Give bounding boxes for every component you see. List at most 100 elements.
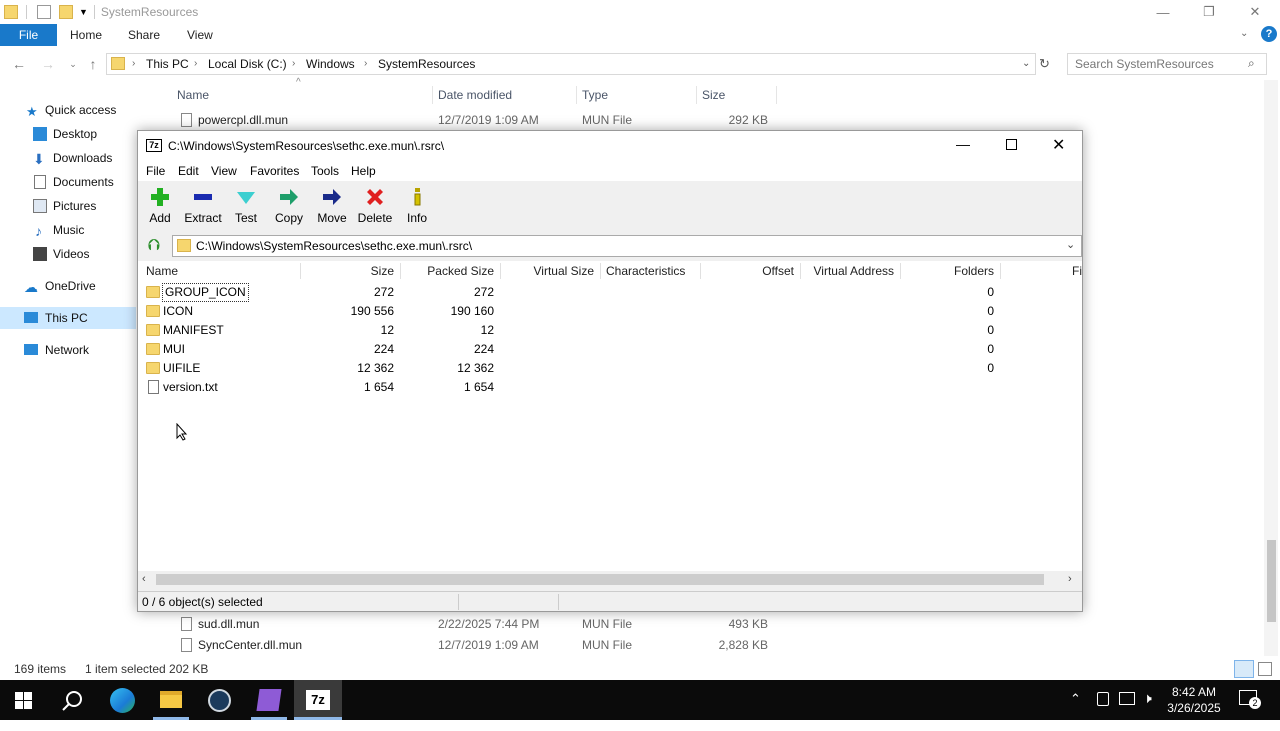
address-dropdown-icon[interactable]: ⌄ (1022, 54, 1030, 74)
qat-dropdown-icon[interactable]: ▼ (79, 7, 88, 17)
parent-folder-icon[interactable]: ⮉ (144, 236, 164, 256)
path-dropdown-icon[interactable]: ⌄ (1066, 238, 1075, 251)
item-size: 190 556 (350, 304, 394, 318)
minimize-icon[interactable]: — (1140, 0, 1186, 24)
col-name[interactable]: Name (146, 261, 178, 281)
col-virtual-address[interactable]: Virtual Address (804, 261, 895, 281)
volume-muted-icon[interactable]: 🕨 (1143, 690, 1152, 730)
forward-icon[interactable]: → (37, 54, 59, 74)
refresh-icon[interactable]: ↻ (1039, 56, 1050, 72)
file-row[interactable]: sud.dll.mun 2/22/2025 7:44 PM MUN File 4… (176, 614, 776, 634)
menu-tools[interactable]: Tools (311, 163, 339, 179)
close-icon[interactable]: ✕ (1052, 135, 1065, 155)
info-button[interactable]: Info (395, 185, 439, 229)
address-bar[interactable]: › This PC › Local Disk (C:) › Windows › … (106, 53, 1036, 75)
7zip-titlebar: 7z C:\Windows\SystemResources\sethc.exe.… (138, 131, 1082, 161)
nav-network[interactable]: Network (0, 339, 136, 361)
menu-file[interactable]: File (146, 163, 165, 179)
list-item[interactable]: MUI 224 224 0 (138, 340, 1082, 359)
recent-locations-icon[interactable]: ⌄ (62, 54, 84, 74)
col-files[interactable]: Fi (1072, 261, 1082, 281)
add-button[interactable]: Add (138, 185, 182, 229)
back-icon[interactable]: ← (8, 54, 30, 74)
col-virtual-size[interactable]: Virtual Size (504, 261, 594, 281)
help-icon[interactable]: ? (1261, 26, 1277, 42)
search-input[interactable]: Search SystemResources ⌕ (1067, 53, 1267, 75)
nav-videos[interactable]: Videos (0, 243, 136, 265)
start-button[interactable] (0, 680, 48, 720)
network-status-icon[interactable] (1119, 692, 1135, 705)
scroll-right-icon[interactable]: › (1068, 573, 1072, 585)
notification-center-icon[interactable]: 2 (1239, 690, 1261, 709)
file-row[interactable]: SyncCenter.dll.mun 12/7/2019 1:09 AM MUN… (176, 635, 776, 655)
vertical-scrollbar[interactable] (1264, 80, 1278, 656)
nav-documents[interactable]: Documents (0, 171, 136, 193)
tab-share[interactable]: Share (128, 24, 160, 46)
col-type[interactable]: Type (582, 86, 608, 104)
list-item[interactable]: ICON 190 556 190 160 0 (138, 302, 1082, 321)
cloud-icon: ☁ (24, 279, 38, 295)
large-icons-view-icon[interactable] (1258, 662, 1272, 676)
col-date-modified[interactable]: Date modified (438, 86, 512, 104)
breadcrumb-this-pc[interactable]: This PC (146, 54, 189, 74)
item-name: GROUP_ICON (162, 283, 249, 302)
usb-device-icon[interactable] (1097, 692, 1109, 706)
list-item[interactable]: MANIFEST 12 12 0 (138, 321, 1082, 340)
list-item[interactable]: version.txt 1 654 1 654 (138, 378, 1082, 397)
nav-music[interactable]: ♪ Music (0, 219, 136, 241)
menu-view[interactable]: View (211, 163, 237, 179)
nav-this-pc[interactable]: This PC (0, 307, 136, 329)
minimize-icon[interactable]: — (956, 136, 970, 152)
show-hidden-icons-icon[interactable]: ⌃ (1070, 691, 1081, 731)
7zip-path-input[interactable]: C:\Windows\SystemResources\sethc.exe.mun… (172, 235, 1082, 257)
test-button[interactable]: Test (224, 185, 268, 229)
nav-onedrive[interactable]: ☁ OneDrive (0, 275, 136, 297)
nav-pictures[interactable]: Pictures (0, 195, 136, 217)
scroll-left-icon[interactable]: ‹ (142, 573, 146, 585)
nav-downloads[interactable]: ⬇ Downloads (0, 147, 136, 169)
horizontal-scrollbar[interactable]: ‹ › (138, 571, 1082, 589)
col-packed-size[interactable]: Packed Size (404, 261, 494, 281)
nav-desktop[interactable]: Desktop (0, 123, 136, 145)
expand-ribbon-icon[interactable]: ⌄ (1240, 28, 1248, 39)
col-size[interactable]: Size (702, 86, 725, 104)
nav-quick-access[interactable]: ★ Quick access (0, 99, 136, 121)
file-row[interactable]: powercpl.dll.mun 12/7/2019 1:09 AM MUN F… (176, 110, 776, 130)
menu-help[interactable]: Help (351, 163, 376, 179)
taskbar-steam[interactable] (196, 680, 244, 720)
col-name[interactable]: Name (177, 86, 209, 104)
list-item[interactable]: UIFILE 12 362 12 362 0 (138, 359, 1082, 378)
new-folder-icon[interactable] (59, 5, 73, 19)
move-button[interactable]: Move (310, 185, 354, 229)
copy-button[interactable]: Copy (267, 185, 311, 229)
details-view-icon[interactable] (1234, 660, 1254, 678)
breadcrumb-windows[interactable]: Windows (306, 54, 355, 74)
col-size[interactable]: Size (304, 261, 394, 281)
col-folders[interactable]: Folders (904, 261, 994, 281)
list-item[interactable]: GROUP_ICON 272 272 0 (138, 283, 1082, 302)
scrollbar-thumb[interactable] (1267, 540, 1276, 622)
taskbar-visual-studio[interactable] (245, 680, 293, 720)
properties-icon[interactable] (37, 5, 51, 19)
col-offset[interactable]: Offset (704, 261, 794, 281)
taskbar-7zip[interactable]: 7z (294, 680, 342, 720)
breadcrumb-systemresources[interactable]: SystemResources (378, 54, 475, 74)
tab-file[interactable]: File (0, 24, 57, 46)
scrollbar-thumb[interactable] (156, 574, 1044, 585)
tab-home[interactable]: Home (70, 24, 102, 46)
taskbar-edge[interactable] (98, 680, 146, 720)
maximize-icon[interactable] (1006, 139, 1017, 150)
taskbar-file-explorer[interactable] (147, 680, 195, 720)
menu-favorites[interactable]: Favorites (250, 163, 299, 179)
col-characteristics[interactable]: Characteristics (606, 261, 685, 281)
up-icon[interactable]: ↑ (82, 54, 104, 74)
extract-button[interactable]: Extract (181, 185, 225, 229)
restore-icon[interactable]: ❐ (1186, 0, 1232, 24)
tab-view[interactable]: View (187, 24, 213, 46)
clock[interactable]: 8:42 AM 3/26/2025 (1166, 684, 1222, 724)
search-button[interactable] (48, 680, 96, 720)
breadcrumb-local-disk[interactable]: Local Disk (C:) (208, 54, 287, 74)
menu-edit[interactable]: Edit (178, 163, 199, 179)
delete-button[interactable]: Delete (353, 185, 397, 229)
close-icon[interactable]: ✕ (1232, 0, 1278, 24)
